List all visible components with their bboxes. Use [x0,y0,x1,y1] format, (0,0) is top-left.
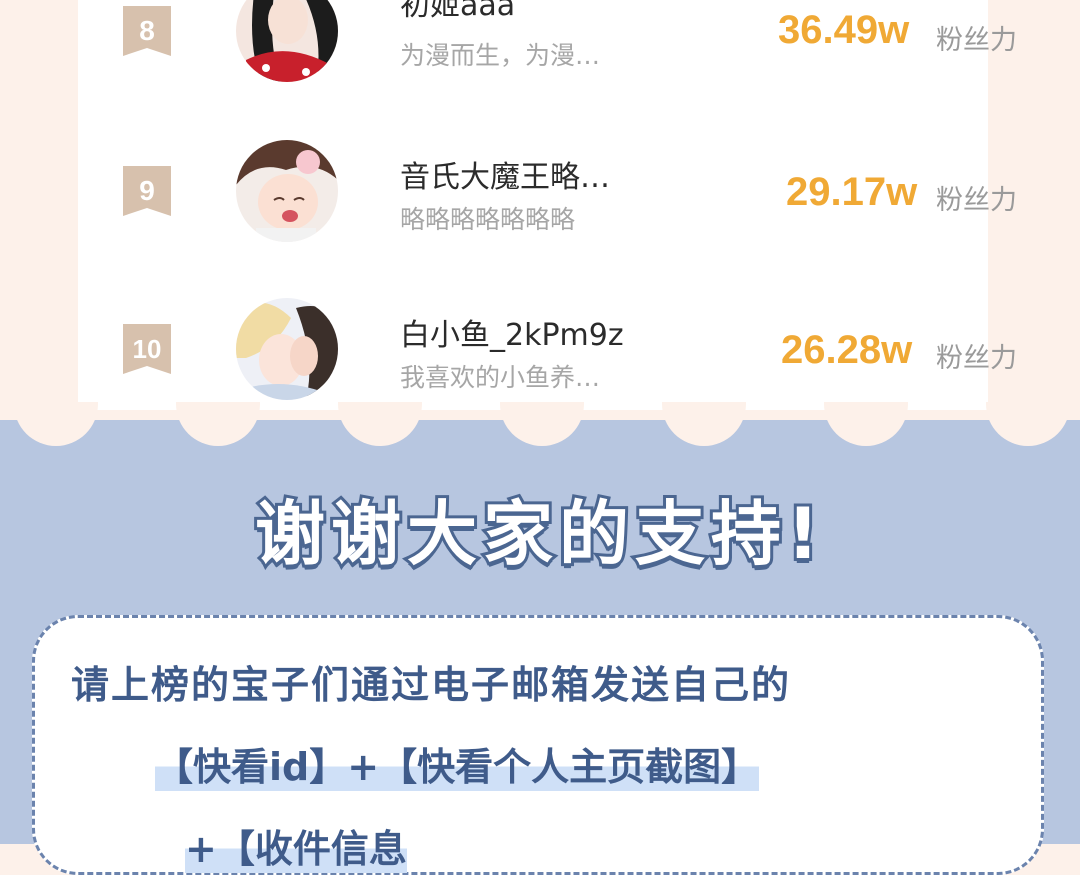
avatar-image [236,140,338,242]
ranking-row[interactable]: 9 音氏大魔王略… 略略略略略略略 29.17w 粉丝力 [78,140,1017,250]
thanks-section: 谢谢大家的支持! 请上榜的宝子们通过电子邮箱发送自己的 【快看id】+【快看个人… [0,402,1080,875]
fan-score: 26.28w [781,328,913,372]
avatar-image [236,0,338,82]
user-bio: 略略略略略略略 [400,205,576,234]
scallop-decoration [986,402,1070,446]
ranking-row[interactable]: 8 初姬aaa 为漫而生，为漫… 36.49w 粉丝力 [78,0,1017,90]
avatar[interactable] [236,0,338,82]
scallop-decoration [662,402,746,446]
fan-score: 29.17w [786,170,918,214]
notice-line-1: 请上榜的宝子们通过电子邮箱发送自己的 [71,663,792,707]
rank-badge: 10 [123,324,171,374]
ranking-row[interactable]: 10 白小鱼_2kPm9z 我喜欢的小鱼养… 26.28w 粉丝力 [78,298,1017,408]
scallop-decoration [176,402,260,446]
scallop-decoration [824,402,908,446]
scallop-decoration [338,402,422,446]
user-name[interactable]: 音氏大魔王略… [400,152,610,196]
rank-badge: 8 [123,6,171,56]
fan-score: 36.49w [778,8,910,52]
notice-line-3: +【收件信息 [185,818,407,873]
thanks-banner: 谢谢大家的支持! [252,490,825,578]
fan-score-unit: 粉丝力 [936,25,1017,56]
fan-score-unit: 粉丝力 [936,185,1017,216]
user-bio: 为漫而生，为漫… [400,41,601,70]
scallop-decoration [500,402,584,446]
avatar-image [236,298,338,400]
fan-score-unit: 粉丝力 [936,343,1017,374]
user-name[interactable]: 初姬aaa [400,0,515,24]
avatar[interactable] [236,298,338,400]
user-name[interactable]: 白小鱼_2kPm9z [400,310,624,354]
user-bio: 我喜欢的小鱼养… [400,363,601,392]
scallop-decoration [14,402,98,446]
avatar[interactable] [236,140,338,242]
ranking-list: 8 初姬aaa 为漫而生，为漫… 36.49w 粉丝力 9 音氏大魔王略… 略略… [78,0,1017,410]
notice-line-2: 【快看id】+【快看个人主页截图】 [155,736,760,791]
rank-badge: 9 [123,166,171,216]
notice-box: 请上榜的宝子们通过电子邮箱发送自己的 【快看id】+【快看个人主页截图】 +【收… [32,615,1044,875]
